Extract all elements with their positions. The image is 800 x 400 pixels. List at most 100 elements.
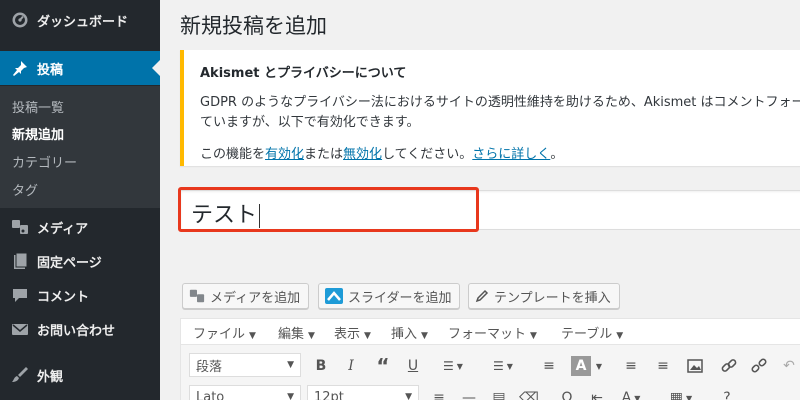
unlink-icon[interactable]	[749, 356, 769, 376]
sidebar-item-label: 投稿	[37, 62, 64, 78]
chevron-down-icon: ▼	[364, 331, 371, 341]
menu-edit[interactable]: 編集 ▼	[278, 323, 315, 342]
dashboard-icon	[10, 10, 30, 30]
mail-icon	[10, 319, 30, 339]
text-cursor	[259, 204, 261, 228]
menu-label: フォーマット	[448, 327, 527, 342]
insert-template-button[interactable]: テンプレートを挿入	[468, 283, 620, 309]
brush-icon	[10, 365, 30, 385]
text-color-icon[interactable]: A	[571, 356, 591, 376]
chevron-down-icon: ▼	[530, 331, 537, 341]
sidebar-item-appearance[interactable]: 外観	[0, 358, 160, 392]
pencil-icon	[475, 289, 489, 303]
add-slider-button[interactable]: スライダーを追加	[318, 283, 461, 309]
page-icon	[10, 251, 30, 271]
sidebar-item-label: コメント	[37, 289, 90, 305]
sidebar-item-pages[interactable]: 固定ページ	[0, 244, 160, 278]
format-select-value: 段落	[196, 359, 223, 375]
privacy-notice: Akismet とプライバシーについて GDPR のようなプライバシー法における…	[180, 50, 800, 166]
submenu-add-new[interactable]: 新規追加	[12, 124, 64, 143]
post-title-value: テスト	[191, 203, 258, 228]
italic-icon[interactable]: I	[341, 356, 361, 376]
horizontal-line-icon[interactable]: —	[459, 388, 479, 400]
align-center-icon[interactable]: ≡	[621, 356, 641, 376]
format-select[interactable]: 段落 ▼	[189, 353, 301, 377]
editor-menubar: ファイル ▼ 編集 ▼ 表示 ▼ 挿入 ▼ フォーマット ▼ テーブル ▼	[181, 319, 800, 345]
clear-format-icon[interactable]: ⌫	[519, 388, 539, 400]
slider-icon	[325, 288, 343, 304]
post-title-input[interactable]: テスト	[180, 190, 800, 230]
table-icon[interactable]: ▦ ▼	[667, 388, 695, 400]
notice-action-text: この機能を有効化または無効化してください。さらに詳しく。	[200, 145, 800, 165]
disable-link[interactable]: 無効化	[343, 147, 382, 162]
link-icon[interactable]	[719, 356, 739, 376]
sidebar-item-label: お問い合わせ	[37, 323, 116, 339]
notice-text: 。	[550, 147, 564, 162]
bold-icon[interactable]: B	[311, 356, 331, 376]
sidebar-item-dashboard[interactable]: ダッシュボード	[0, 3, 160, 37]
font-family-select[interactable]: Lato ▼	[189, 385, 301, 400]
notice-heading: Akismet とプライバシーについて	[200, 66, 407, 81]
button-label: スライダーを追加	[348, 290, 452, 306]
menu-label: 表示	[334, 327, 361, 342]
background-color-icon[interactable]: A ▼	[617, 388, 645, 400]
bullet-list-icon[interactable]: ☰ ▼	[439, 356, 467, 376]
posts-submenu: 投稿一覧 新規追加 カテゴリー タグ	[0, 86, 160, 208]
media-icon	[189, 288, 205, 304]
post-editor: ファイル ▼ 編集 ▼ 表示 ▼ 挿入 ▼ フォーマット ▼ テーブル ▼ 段落 ▼ B I …	[180, 318, 800, 400]
notice-text-line2: ていますが、以下で有効化できます。	[200, 115, 420, 130]
sidebar-item-contact[interactable]: お問い合わせ	[0, 312, 160, 346]
sidebar-item-posts[interactable]: 投稿	[0, 51, 160, 85]
sidebar-item-label: ダッシュボード	[37, 14, 129, 30]
menu-file[interactable]: ファイル ▼	[193, 323, 256, 342]
font-size-select[interactable]: 12pt ▼	[307, 385, 419, 400]
numbered-list-icon[interactable]: ☰ ▼	[489, 356, 517, 376]
menu-label: ファイル	[193, 327, 246, 342]
menu-table[interactable]: テーブル ▼	[561, 323, 623, 342]
undo-icon[interactable]: ↶	[779, 356, 799, 376]
sidebar-item-media[interactable]: メディア	[0, 210, 160, 244]
sidebar-item-label: メディア	[37, 221, 89, 237]
notice-text: または	[304, 147, 344, 162]
blockquote-icon[interactable]: “	[373, 354, 393, 378]
menu-insert[interactable]: 挿入 ▼	[391, 323, 428, 342]
chevron-down-icon: ▼	[249, 331, 256, 341]
page-title: 新規投稿を追加	[180, 14, 327, 38]
chevron-down-icon: ▼	[421, 331, 428, 341]
chevron-down-icon: ▼	[287, 392, 294, 400]
size-select-value: 12pt	[314, 389, 344, 400]
button-label: テンプレートを挿入	[494, 290, 611, 306]
menu-view[interactable]: 表示 ▼	[334, 323, 371, 342]
sidebar-item-comments[interactable]: コメント	[0, 278, 160, 312]
help-icon[interactable]: ?	[717, 388, 737, 400]
align-right-icon[interactable]: ≡	[653, 356, 673, 376]
chevron-down-icon: ▼	[616, 331, 624, 341]
media-icon	[10, 217, 30, 237]
image-icon[interactable]	[685, 356, 705, 376]
menu-format[interactable]: フォーマット ▼	[448, 323, 537, 342]
outdent-icon[interactable]: ⇤	[587, 388, 607, 400]
comment-icon	[10, 285, 30, 305]
underline-icon[interactable]: U	[403, 356, 423, 376]
font-select-value: Lato	[196, 389, 225, 400]
chevron-down-icon: ▼	[287, 360, 294, 370]
chevron-down-icon: ▼	[405, 392, 412, 400]
submenu-all-posts[interactable]: 投稿一覧	[12, 97, 64, 116]
learn-more-link[interactable]: さらに詳しく	[472, 147, 550, 162]
special-char-icon[interactable]: Ω	[557, 388, 577, 400]
paste-text-icon[interactable]: ▤	[489, 388, 509, 400]
add-media-button[interactable]: メディアを追加	[182, 283, 310, 309]
menu-label: 挿入	[391, 327, 418, 342]
justify-icon[interactable]: ≡	[429, 388, 449, 400]
notice-text: この機能を	[200, 147, 266, 162]
admin-sidebar: ダッシュボード 投稿 投稿一覧 新規追加 カテゴリー タグ メディア 固定ページ…	[0, 0, 160, 400]
button-label: メディアを追加	[210, 290, 301, 306]
align-left-icon[interactable]: ≡	[539, 356, 559, 376]
sidebar-item-label: 固定ページ	[37, 255, 102, 271]
pin-icon	[10, 58, 30, 78]
enable-link[interactable]: 有効化	[265, 147, 304, 162]
submenu-tags[interactable]: タグ	[12, 180, 38, 199]
menu-label: テーブル	[561, 327, 613, 342]
chevron-down-icon[interactable]: ▼	[593, 356, 605, 376]
submenu-categories[interactable]: カテゴリー	[12, 152, 77, 171]
